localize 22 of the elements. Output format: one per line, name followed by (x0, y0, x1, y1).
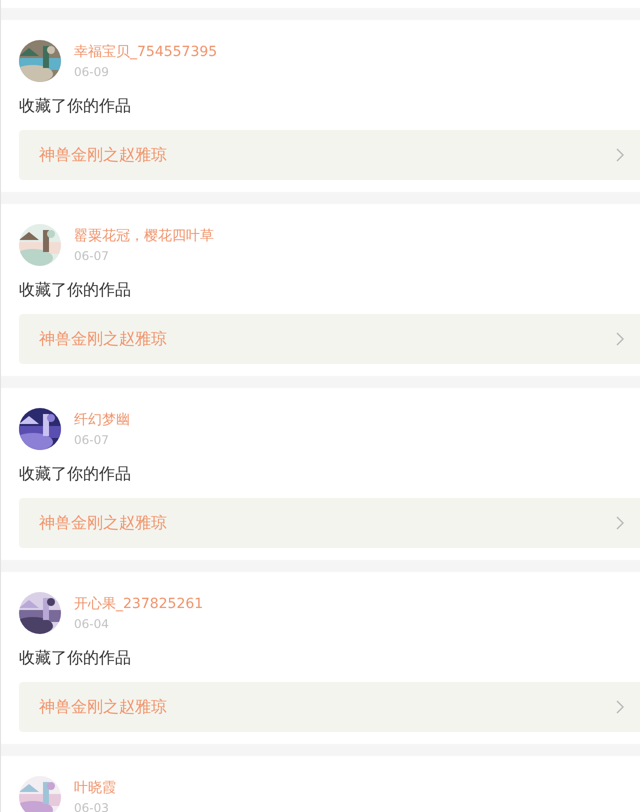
chevron-right-icon (616, 148, 624, 162)
date: 06-09 (74, 64, 110, 80)
user-name[interactable]: 开心果_237825261 (74, 594, 204, 612)
activity-text: 收藏了你的作品 (19, 95, 132, 117)
work-link[interactable]: 神兽金刚之赵雅琼 (19, 314, 640, 364)
chevron-right-icon (616, 700, 624, 714)
date: 06-04 (74, 616, 110, 632)
user-name[interactable]: 纤幻梦幽 (74, 410, 130, 428)
user-name[interactable]: 幸福宝贝_754557395 (74, 42, 218, 60)
activity-text: 收藏了你的作品 (19, 647, 132, 669)
chevron-right-icon (616, 332, 624, 346)
chevron-right-icon (616, 516, 624, 530)
work-link[interactable]: 神兽金刚之赵雅琼 (19, 130, 640, 180)
user-name[interactable]: 叶晓霞 (74, 778, 116, 796)
work-link[interactable]: 神兽金刚之赵雅琼 (19, 682, 640, 732)
activity-text: 收藏了你的作品 (19, 279, 132, 301)
date: 06-07 (74, 248, 110, 264)
date: 06-03 (74, 800, 110, 812)
activity-text: 收藏了你的作品 (19, 463, 132, 485)
user-name[interactable]: 罂粟花冠，樱花四叶草 (74, 226, 214, 244)
work-link[interactable]: 神兽金刚之赵雅琼 (19, 498, 640, 548)
date: 06-07 (74, 432, 110, 448)
